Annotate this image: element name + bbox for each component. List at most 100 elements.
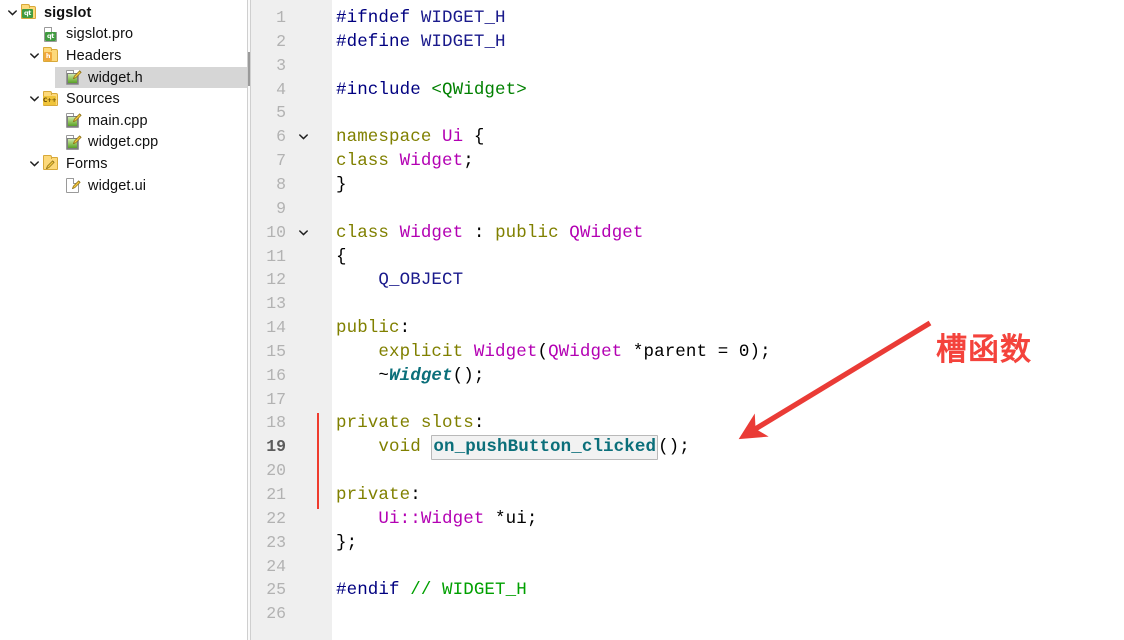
code-line[interactable]: namespace Ui { bbox=[336, 129, 484, 147]
code-token: public bbox=[495, 222, 570, 243]
code-token: WIDGET_H bbox=[420, 8, 506, 28]
line-number: 25 bbox=[266, 580, 286, 600]
line-number: 22 bbox=[266, 508, 286, 528]
tree-item-widget-ui[interactable]: widget.ui bbox=[0, 175, 247, 197]
tree-item-label: widget.h bbox=[88, 69, 143, 86]
source-file-icon bbox=[64, 134, 82, 151]
code-line[interactable]: explicit Widget(QWidget *parent = 0); bbox=[336, 341, 771, 362]
qt-pro-file-icon: qt bbox=[42, 26, 60, 43]
tree-item-label: sigslot bbox=[44, 4, 92, 21]
code-token: // WIDGET_H bbox=[410, 580, 527, 601]
tree-chevron-spacer bbox=[48, 142, 64, 143]
tree-item-forms[interactable]: Forms bbox=[0, 153, 247, 175]
uncommitted-change-marker bbox=[316, 413, 319, 509]
code-line[interactable]: class Widget; bbox=[336, 151, 474, 172]
code-line[interactable]: }; bbox=[336, 532, 358, 553]
chevron-down-icon[interactable] bbox=[4, 5, 20, 21]
code-token: Widget bbox=[399, 222, 464, 243]
code-token: *ui; bbox=[484, 508, 538, 529]
tree-item-label: widget.ui bbox=[88, 177, 147, 194]
tree-item-label: sigslot.pro bbox=[66, 26, 134, 43]
line-number: 24 bbox=[266, 556, 286, 576]
project-tree-panel[interactable]: qt sigslot qt sigslot.pro h Headers widget.h C+… bbox=[0, 0, 247, 640]
code-line[interactable]: #ifndef WIDGET_H bbox=[336, 8, 506, 28]
code-line[interactable]: private slots: bbox=[336, 415, 484, 433]
code-token: ; bbox=[463, 151, 474, 172]
code-token: *parent = 0); bbox=[622, 341, 771, 362]
chevron-down-icon[interactable] bbox=[26, 91, 42, 107]
code-editor-panel[interactable]: 1 2 3 4 5 6 7 8 9 10 11 12 13 14 15 16 17 18 19 20 21 22 23 24 2… bbox=[247, 0, 1124, 640]
code-token: #define bbox=[336, 31, 421, 52]
tree-item-headers[interactable]: h Headers bbox=[0, 45, 247, 67]
line-number: 7 bbox=[276, 151, 286, 171]
editor-gutter[interactable]: 1 2 3 4 5 6 7 8 9 10 11 12 13 14 15 16 17 18 19 20 21 22 23 24 2… bbox=[251, 0, 332, 640]
code-line[interactable]: #include <QWidget> bbox=[336, 79, 527, 100]
code-token: } bbox=[336, 174, 347, 195]
fold-chevron-down-icon[interactable] bbox=[296, 229, 310, 236]
headers-folder-icon: h bbox=[42, 47, 60, 64]
code-line[interactable]: #endif // WIDGET_H bbox=[336, 582, 527, 600]
tree-item-sigslot[interactable]: qt sigslot bbox=[0, 2, 247, 24]
source-file-icon bbox=[64, 69, 82, 86]
code-token: WIDGET_H bbox=[420, 31, 506, 52]
tree-chevron-spacer bbox=[48, 120, 64, 121]
code-token: #ifndef bbox=[336, 8, 421, 28]
code-line[interactable]: { bbox=[336, 246, 347, 267]
code-token: }; bbox=[336, 532, 358, 553]
code-line[interactable]: Q_OBJECT bbox=[336, 272, 463, 290]
code-line[interactable]: #define WIDGET_H bbox=[336, 31, 506, 52]
line-number: 20 bbox=[266, 461, 286, 481]
code-token: Ui::Widget bbox=[378, 508, 485, 529]
code-token: Widget bbox=[399, 151, 464, 172]
tree-item-sigslot-pro[interactable]: qt sigslot.pro bbox=[0, 24, 247, 46]
line-number: 21 bbox=[266, 485, 286, 504]
code-token: Widget bbox=[473, 341, 538, 362]
chevron-down-icon[interactable] bbox=[26, 48, 42, 64]
code-token: #endif bbox=[336, 580, 411, 601]
line-number: 8 bbox=[276, 174, 286, 194]
line-number: 23 bbox=[266, 532, 286, 552]
tree-item-widget-cpp[interactable]: widget.cpp bbox=[0, 132, 247, 154]
tree-chevron-spacer bbox=[48, 185, 64, 186]
code-token: : bbox=[473, 413, 485, 434]
code-line[interactable]: private: bbox=[336, 485, 421, 505]
tree-item-sources[interactable]: C++ Sources bbox=[0, 88, 247, 110]
line-number: 11 bbox=[266, 246, 286, 266]
code-token: void bbox=[336, 437, 432, 458]
tree-item-label: main.cpp bbox=[88, 112, 148, 129]
line-number: 16 bbox=[266, 365, 286, 385]
code-line[interactable]: void on_pushButton_clicked (); bbox=[336, 435, 690, 461]
code-line[interactable]: ~Widget(); bbox=[336, 365, 484, 386]
code-line[interactable]: public: bbox=[336, 319, 410, 338]
code-token: class bbox=[336, 222, 400, 243]
code-token: <QWidget> bbox=[431, 79, 527, 100]
code-token: class bbox=[336, 151, 400, 172]
line-number: 13 bbox=[266, 294, 286, 314]
code-token: { bbox=[463, 127, 485, 148]
line-number: 18 bbox=[266, 413, 286, 433]
tree-item-label: Forms bbox=[66, 155, 108, 172]
tree-item-label: Sources bbox=[66, 91, 120, 108]
tree-item-widget-h[interactable]: widget.h bbox=[0, 66, 247, 89]
code-token: explicit bbox=[336, 341, 474, 362]
qt-project-folder-icon: qt bbox=[20, 4, 38, 21]
chevron-down-icon[interactable] bbox=[26, 156, 42, 172]
code-token: : bbox=[463, 222, 496, 243]
line-number: 15 bbox=[266, 341, 286, 361]
code-token: private bbox=[336, 485, 411, 505]
annotation-label: 槽函数 bbox=[936, 332, 1032, 368]
highlighted-symbol[interactable]: on_pushButton_clicked bbox=[431, 435, 659, 461]
code-line[interactable]: } bbox=[336, 174, 347, 195]
source-file-icon bbox=[64, 112, 82, 129]
tree-item-main-cpp[interactable]: main.cpp bbox=[0, 110, 247, 132]
code-token: Q_OBJECT bbox=[336, 270, 464, 291]
code-token: { bbox=[336, 246, 347, 267]
code-line[interactable]: Ui::Widget *ui; bbox=[336, 508, 538, 529]
code-line[interactable]: class Widget : public QWidget bbox=[336, 222, 644, 243]
fold-chevron-down-icon[interactable] bbox=[296, 134, 310, 140]
editor-code-area[interactable]: #ifndef WIDGET_H #define WIDGET_H #include… bbox=[332, 0, 1124, 640]
code-token: Widget bbox=[389, 365, 453, 386]
line-number: 14 bbox=[266, 318, 286, 338]
qt-creator-window: qt sigslot qt sigslot.pro h Headers widget.h C+… bbox=[0, 0, 1124, 640]
